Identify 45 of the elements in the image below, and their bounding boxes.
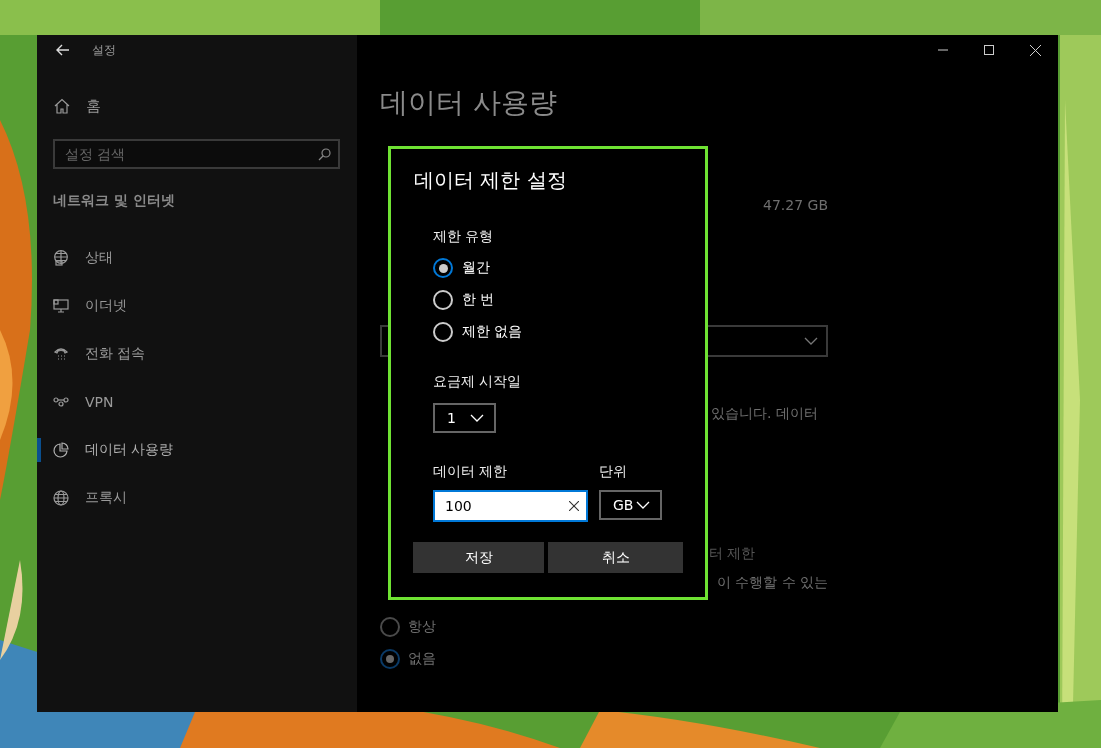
search-icon [318, 148, 331, 161]
close-icon [1029, 44, 1041, 56]
sidebar-item[interactable]: 이더넷 [37, 282, 357, 330]
search-field[interactable]: 설정 검색 [53, 139, 340, 169]
radio-option[interactable]: 항상 [380, 611, 828, 643]
clear-icon[interactable] [569, 501, 579, 511]
description-text: 있습니다. 데이터 [711, 404, 819, 423]
pie-chart-icon [53, 442, 69, 458]
field-label: 단위 [599, 462, 627, 481]
description-text: 이 수행할 수 있는 [716, 573, 828, 592]
usage-total: 47.27 GB [763, 196, 828, 215]
section-heading: 네트워크 및 인터넷 [53, 191, 176, 210]
window-title: 설정 [92, 41, 116, 59]
page-title: 데이터 사용량 [380, 85, 558, 121]
globe-monitor-icon [53, 250, 69, 266]
chevron-icon [804, 337, 818, 345]
chevron-icon [470, 414, 484, 422]
chevron-icon [636, 501, 650, 509]
sidebar-item[interactable]: 전화 접속 [37, 330, 357, 378]
phone-icon [53, 347, 69, 361]
cancel-button[interactable]: 취소 [548, 542, 683, 573]
maximize-icon [984, 45, 994, 55]
radio-option[interactable]: 제한 없음 [433, 316, 705, 348]
radio-option[interactable]: 월간 [433, 252, 705, 284]
radio-option[interactable]: 없음 [380, 643, 828, 675]
start-day-dropdown[interactable]: 1 [433, 403, 496, 433]
back-button[interactable] [54, 42, 72, 58]
vpn-icon [53, 397, 69, 407]
unit-dropdown[interactable]: GB [599, 490, 662, 520]
radio-option[interactable]: 한 번 [433, 284, 705, 316]
home-icon [54, 98, 70, 114]
monitor-icon [53, 299, 69, 313]
field-label: 제한 유형 [433, 227, 495, 246]
back-arrow-icon [56, 44, 70, 56]
sidebar-item[interactable]: 상태 [37, 234, 357, 282]
sidebar-item[interactable]: 프록시 [37, 474, 357, 522]
home-item[interactable]: 홈 [54, 86, 357, 126]
sidebar-item[interactable]: 데이터 사용량 [37, 426, 357, 474]
dialog-title: 데이터 제한 설정 [414, 167, 568, 194]
field-label: 데이터 제한 [433, 462, 509, 481]
globe-icon [53, 490, 69, 506]
data-limit-field[interactable]: 100 [433, 490, 588, 522]
save-button[interactable]: 저장 [413, 542, 544, 573]
field-label: 요금제 시작일 [433, 372, 523, 391]
sidebar-item[interactable]: VPN [37, 378, 357, 426]
